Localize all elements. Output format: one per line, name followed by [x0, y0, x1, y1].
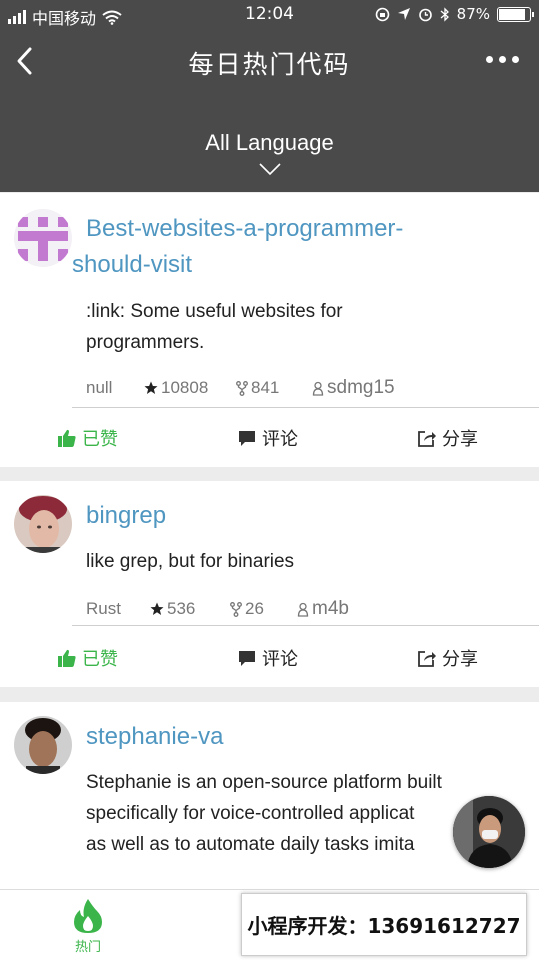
tab-hot[interactable]: 热门	[66, 898, 110, 955]
repo-description: Stephanie is an open-source platform bui…	[86, 772, 442, 855]
repo-card[interactable]: bingrep like grep, but for binaries Rust…	[0, 481, 539, 687]
thumbs-up-icon	[58, 429, 76, 447]
repo-name[interactable]: bingrep	[86, 498, 166, 534]
repo-description: like grep, but for binaries	[86, 551, 295, 572]
repo-description: :link: Some useful websites for programm…	[86, 301, 343, 353]
action-bar: 已赞 评论 分享	[0, 415, 539, 459]
language-selector[interactable]: All Language	[0, 92, 539, 192]
more-options-button[interactable]	[486, 56, 519, 63]
share-button[interactable]: 分享	[418, 645, 478, 671]
repo-name-continued[interactable]: should-visit	[72, 247, 192, 283]
rotation-lock-icon	[375, 7, 389, 21]
comment-button[interactable]: 评论	[238, 645, 298, 671]
avatar	[14, 716, 72, 774]
thumbs-up-icon	[58, 649, 76, 667]
status-bar: 中国移动 12:04 87%	[0, 0, 539, 30]
repo-card[interactable]: stephanie-va Stephanie is an open-source…	[0, 702, 539, 889]
repo-meta: null 10808 841 sdmg15	[86, 377, 395, 399]
language-label: All Language	[205, 130, 334, 155]
share-icon	[418, 650, 436, 667]
bluetooth-icon	[440, 6, 449, 22]
repo-meta: Rust 536 26 m4b	[86, 598, 349, 620]
alarm-icon	[418, 8, 432, 21]
star-icon	[144, 381, 158, 394]
battery-icon	[497, 6, 534, 22]
flame-icon	[74, 899, 102, 933]
repo-name[interactable]: stephanie-va	[86, 719, 223, 755]
comment-icon	[239, 430, 255, 446]
like-button[interactable]: 已赞	[58, 645, 118, 671]
language-tag: null	[86, 378, 113, 397]
author-icon	[297, 602, 309, 617]
star-count: 10808	[161, 378, 209, 397]
star-icon	[150, 602, 164, 615]
ad-banner[interactable]: 小程序开发：13691612727	[241, 893, 527, 956]
author-name[interactable]: sdmg15	[327, 377, 395, 399]
floating-contact-avatar[interactable]	[453, 796, 525, 868]
fork-icon	[236, 380, 248, 396]
ad-text: 小程序开发：13691612727	[247, 914, 521, 938]
battery-percent: 87%	[456, 5, 490, 23]
nav-bar: 每日热门代码	[0, 30, 539, 92]
share-button[interactable]: 分享	[418, 425, 478, 451]
avatar	[14, 495, 72, 553]
chevron-down-icon	[259, 163, 281, 176]
divider	[72, 407, 539, 408]
comment-icon	[239, 650, 255, 666]
page-title: 每日热门代码	[188, 50, 351, 79]
author-icon	[312, 381, 324, 396]
share-icon	[418, 430, 436, 447]
author-name[interactable]: m4b	[312, 598, 349, 620]
fork-count: 841	[251, 378, 280, 397]
language-tag: Rust	[86, 599, 121, 618]
action-bar: 已赞 评论 分享	[0, 635, 539, 679]
fork-icon	[230, 601, 242, 617]
star-count: 536	[167, 599, 196, 618]
repo-card[interactable]: Best-websites-a-programmer- should-visit…	[0, 193, 539, 467]
location-icon	[397, 8, 410, 20]
tab-hot-label: 热门	[74, 940, 101, 955]
divider	[72, 625, 539, 626]
like-button[interactable]: 已赞	[58, 425, 118, 451]
avatar	[14, 209, 72, 267]
fork-count: 26	[245, 599, 264, 618]
repo-name[interactable]: Best-websites-a-programmer-	[86, 211, 403, 247]
comment-button[interactable]: 评论	[238, 425, 298, 451]
